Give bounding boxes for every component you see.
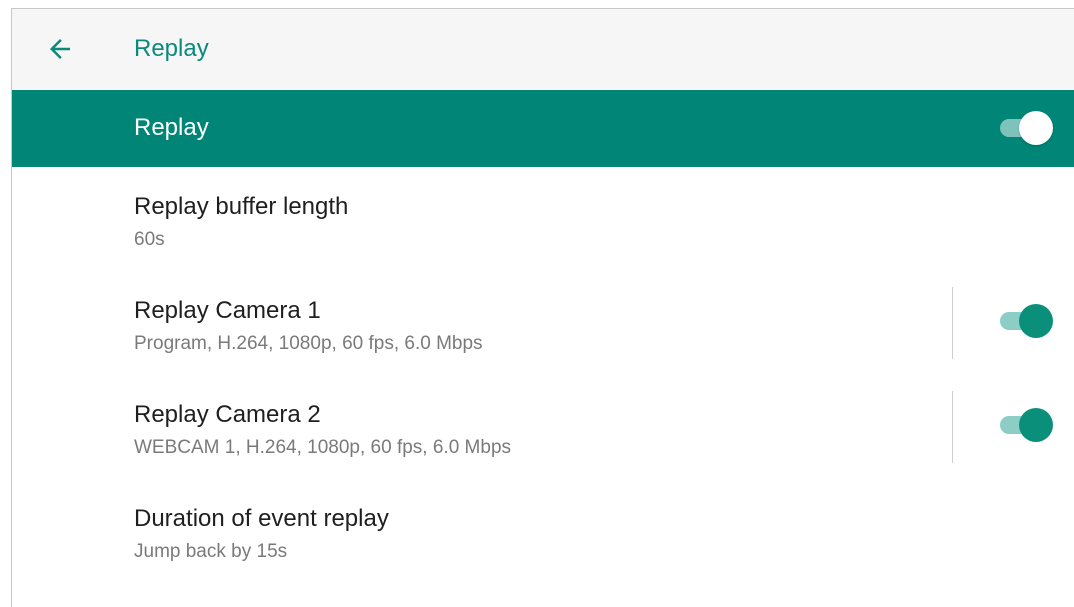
setting-summary: WEBCAM 1, H.264, 1080p, 60 fps, 6.0 Mbps <box>134 437 512 458</box>
master-replay-toggle[interactable] <box>997 110 1053 146</box>
master-switch-label: Replay <box>134 114 209 141</box>
vertical-divider <box>952 391 953 463</box>
setting-replay-camera-2[interactable]: Replay Camera 2 WEBCAM 1, H.264, 1080p, … <box>12 375 1074 479</box>
setting-summary: 60s <box>134 229 165 250</box>
arrow-left-icon <box>50 39 70 59</box>
toggle-thumb <box>1019 408 1053 442</box>
setting-replay-buffer-length[interactable]: Replay buffer length 60s <box>12 167 1074 271</box>
setting-title: Replay Camera 2 <box>134 401 321 428</box>
setting-title: Replay Camera 1 <box>134 297 321 324</box>
replay-camera-1-toggle[interactable] <box>997 303 1053 339</box>
back-button[interactable] <box>42 31 78 67</box>
toggle-thumb <box>1019 111 1053 145</box>
setting-title: Duration of event replay <box>134 505 389 532</box>
replay-camera-2-toggle[interactable] <box>997 407 1053 443</box>
vertical-divider <box>952 287 953 359</box>
toggle-thumb <box>1019 304 1053 338</box>
setting-summary: Program, H.264, 1080p, 60 fps, 6.0 Mbps <box>134 333 483 354</box>
setting-title: Replay buffer length <box>134 193 349 220</box>
app-bar: Replay <box>12 9 1074 90</box>
setting-replay-camera-1[interactable]: Replay Camera 1 Program, H.264, 1080p, 6… <box>12 271 1074 375</box>
page-title: Replay <box>134 35 209 62</box>
master-replay-switch-bar[interactable]: Replay <box>12 90 1074 167</box>
setting-duration-of-event-replay[interactable]: Duration of event replay Jump back by 15… <box>12 479 1074 583</box>
app-window: Replay Replay Replay buffer length 60s R… <box>11 8 1074 607</box>
setting-summary: Jump back by 15s <box>134 541 288 562</box>
